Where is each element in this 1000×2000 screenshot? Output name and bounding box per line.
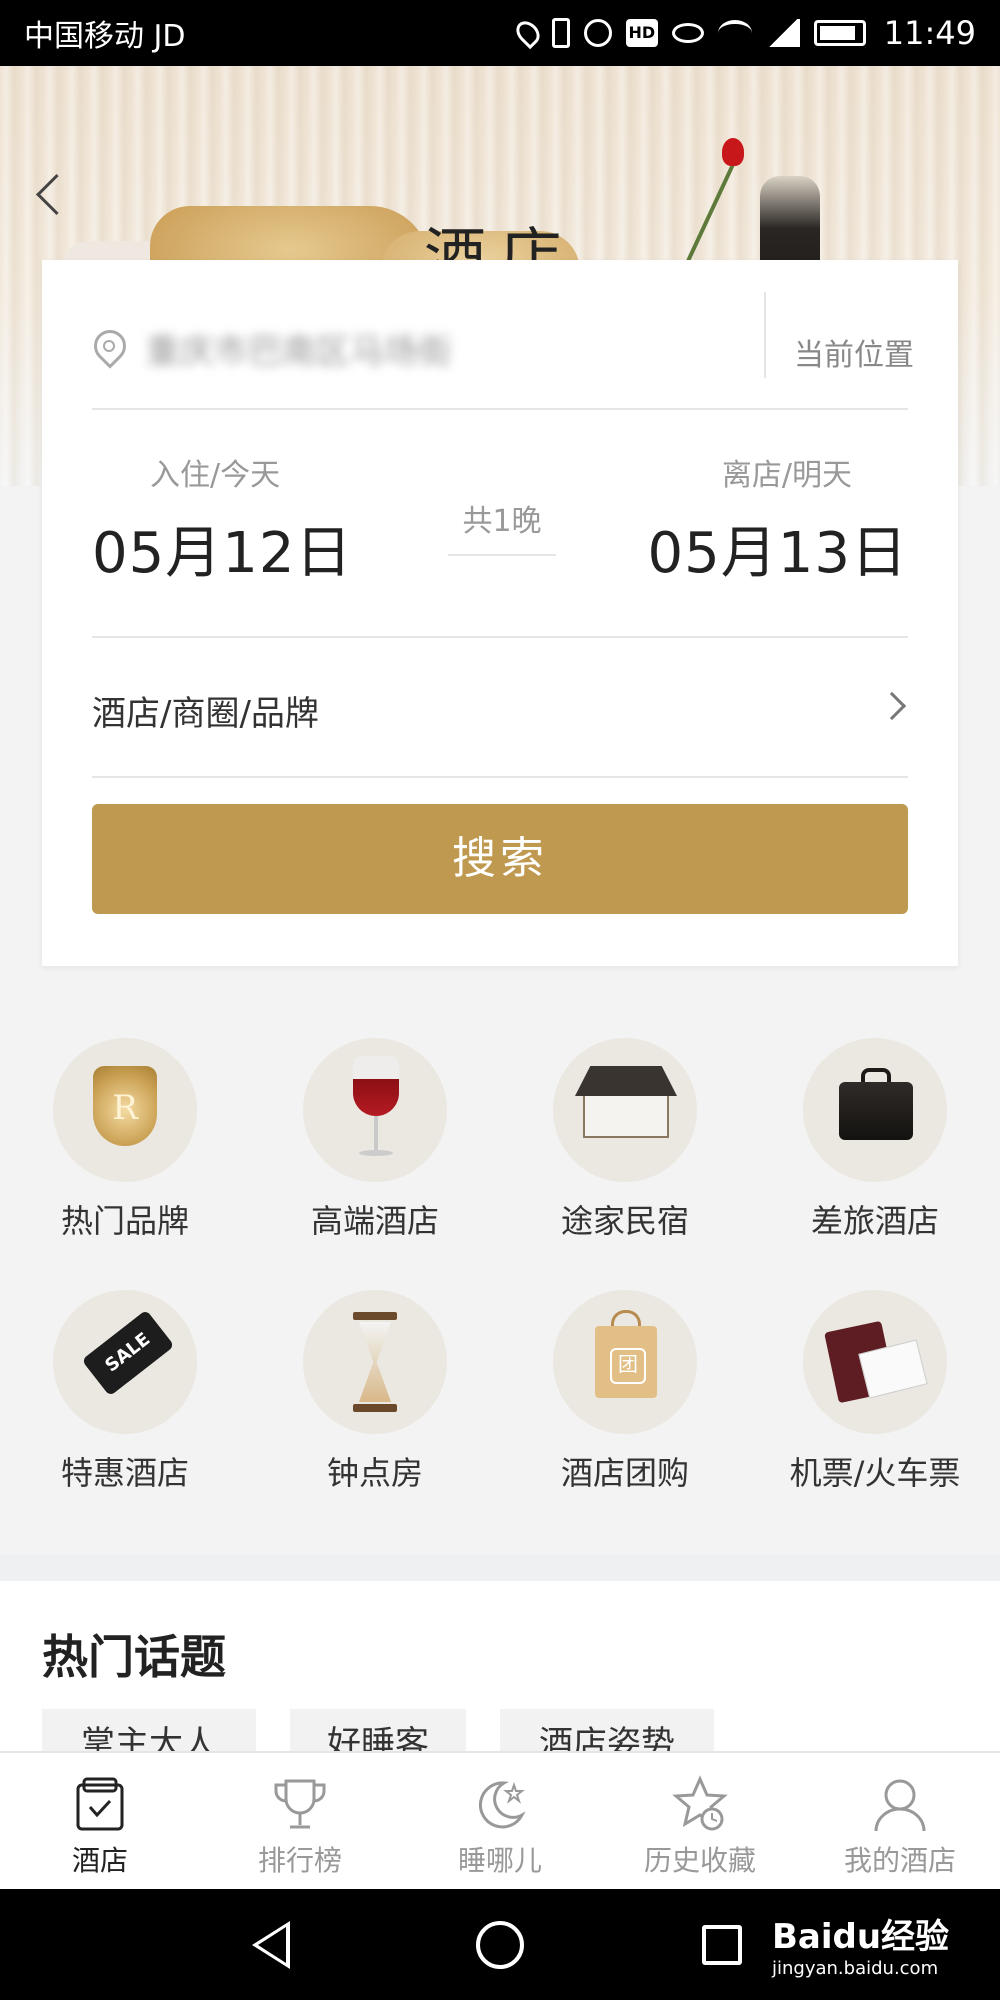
- hd-icon: HD: [625, 19, 658, 47]
- location-row[interactable]: 重庆市巴南区马场街 当前位置: [92, 290, 914, 410]
- tab-label: 排行榜: [257, 1844, 342, 1877]
- topic-chip[interactable]: 好睡客: [290, 1709, 466, 1751]
- category-label: 钟点房: [326, 1454, 423, 1492]
- tab-where-to-sleep[interactable]: 睡哪儿: [400, 1753, 600, 1891]
- trophy-icon: [274, 1779, 326, 1829]
- flower-image: [722, 138, 744, 166]
- tab-label: 睡哪儿: [457, 1844, 542, 1877]
- briefcase-icon: [803, 1038, 947, 1182]
- checkout-label: 离店/明天: [721, 458, 852, 493]
- battery-icon: [813, 20, 866, 46]
- category-hot-brands[interactable]: 热门品牌: [0, 1000, 250, 1240]
- hot-topics-section: 热门话题 掌主大人 好睡客 酒店姿势: [0, 1581, 1000, 1751]
- category-homestay[interactable]: 途家民宿: [500, 1000, 750, 1240]
- tab-ranking[interactable]: 排行榜: [200, 1753, 400, 1891]
- checkin-date: 05月12日: [92, 521, 353, 586]
- carrier-label: 中国移动 JD: [24, 19, 186, 54]
- search-card: 重庆市巴南区马场街 当前位置 入住/今天 05月12日 共1晚 离店/明天 05…: [42, 260, 958, 966]
- category-label: 途家民宿: [560, 1202, 689, 1240]
- category-luxury-hotels[interactable]: 高端酒店: [250, 1000, 500, 1240]
- tab-history-favorites[interactable]: 历史收藏: [600, 1753, 800, 1891]
- tab-my-hotel[interactable]: 我的酒店: [800, 1753, 1000, 1891]
- section-divider: [0, 1555, 1000, 1581]
- tab-label: 我的酒店: [843, 1844, 956, 1877]
- sale-badge: SALE: [81, 1309, 175, 1397]
- system-nav-bar: Baidu经验 jingyan.baidu.com: [0, 1889, 1000, 2000]
- moon-star-icon: [479, 1781, 526, 1829]
- tab-label: 历史收藏: [643, 1844, 756, 1877]
- section-title: 热门话题: [42, 1630, 226, 1684]
- current-location-button[interactable]: 当前位置: [764, 330, 944, 374]
- chevron-right-icon: [877, 691, 907, 721]
- category-label: 差旅酒店: [810, 1202, 939, 1240]
- keyword-placeholder: 酒店/商圈/品牌: [92, 694, 319, 734]
- watermark-logo: Baidu经验 jingyan.baidu.com: [772, 1909, 992, 1985]
- hotel-calendar-icon: [76, 1777, 124, 1831]
- signal-icon: [765, 19, 800, 47]
- tab-label: 酒店: [71, 1844, 128, 1877]
- tab-hotel[interactable]: 酒店: [0, 1753, 200, 1891]
- topic-chip[interactable]: 酒店姿势: [500, 1709, 714, 1751]
- star-clock-icon: [672, 1775, 728, 1831]
- wine-glass-icon: [303, 1038, 447, 1182]
- status-bar: 中国移动 JD HD 11:49: [0, 0, 1000, 66]
- checkout-date-picker[interactable]: 离店/明天 05月13日: [647, 450, 908, 589]
- category-hourly-rooms[interactable]: 钟点房: [250, 1252, 500, 1492]
- vibrate-icon: [551, 18, 570, 48]
- bottom-tab-bar: 酒店 排行榜 睡哪儿 历史收藏 我的酒店: [0, 1751, 1000, 1889]
- category-flights-trains[interactable]: 机票/火车票: [750, 1252, 1000, 1492]
- category-label: 特惠酒店: [60, 1454, 189, 1492]
- location-text[interactable]: 重庆市巴南区马场街: [146, 324, 476, 368]
- checkout-date: 05月13日: [647, 521, 908, 586]
- brand-crest-icon: [53, 1038, 197, 1182]
- hourglass-icon: [303, 1290, 447, 1434]
- person-icon: [874, 1779, 926, 1832]
- category-grid: 热门品牌 高端酒店 途家民宿 差旅酒店 SALE 特惠酒店 钟点房 酒店团购 机…: [0, 1000, 1000, 1530]
- category-deals[interactable]: SALE 特惠酒店: [0, 1252, 250, 1492]
- map-pin-icon: [92, 330, 122, 370]
- checkin-date-picker[interactable]: 入住/今天 05月12日: [92, 450, 353, 589]
- keyword-field[interactable]: 酒店/商圈/品牌: [92, 638, 908, 778]
- wifi-icon: [717, 20, 752, 46]
- watermark-main: Baidu经验: [772, 1917, 950, 1957]
- house-icon: [553, 1038, 697, 1182]
- system-icons: HD: [511, 16, 866, 50]
- clock: 11:49: [883, 14, 976, 52]
- nights-count: 共1晚: [448, 496, 556, 556]
- search-button[interactable]: 搜索: [92, 804, 908, 914]
- category-label: 热门品牌: [60, 1202, 189, 1240]
- category-label: 机票/火车票: [789, 1454, 961, 1492]
- nav-recent-apps-icon[interactable]: [702, 1925, 742, 1965]
- topic-chip[interactable]: 掌主大人: [42, 1709, 256, 1751]
- category-label: 高端酒店: [310, 1202, 439, 1240]
- nav-home-icon[interactable]: [476, 1921, 524, 1969]
- category-group-buy[interactable]: 酒店团购: [500, 1252, 750, 1492]
- nav-back-icon[interactable]: [252, 1921, 290, 1969]
- watermark-sub: jingyan.baidu.com: [772, 1958, 939, 1979]
- sale-tag-icon: SALE: [53, 1290, 197, 1434]
- eye-icon: [671, 23, 704, 43]
- category-business-hotels[interactable]: 差旅酒店: [750, 1000, 1000, 1240]
- passport-ticket-icon: [803, 1290, 947, 1434]
- category-label: 酒店团购: [560, 1454, 689, 1492]
- date-row: 入住/今天 05月12日 共1晚 离店/明天 05月13日: [92, 410, 908, 638]
- alarm-icon: [583, 19, 612, 47]
- shopping-bag-icon: [553, 1290, 697, 1434]
- checkin-label: 入住/今天: [150, 458, 281, 493]
